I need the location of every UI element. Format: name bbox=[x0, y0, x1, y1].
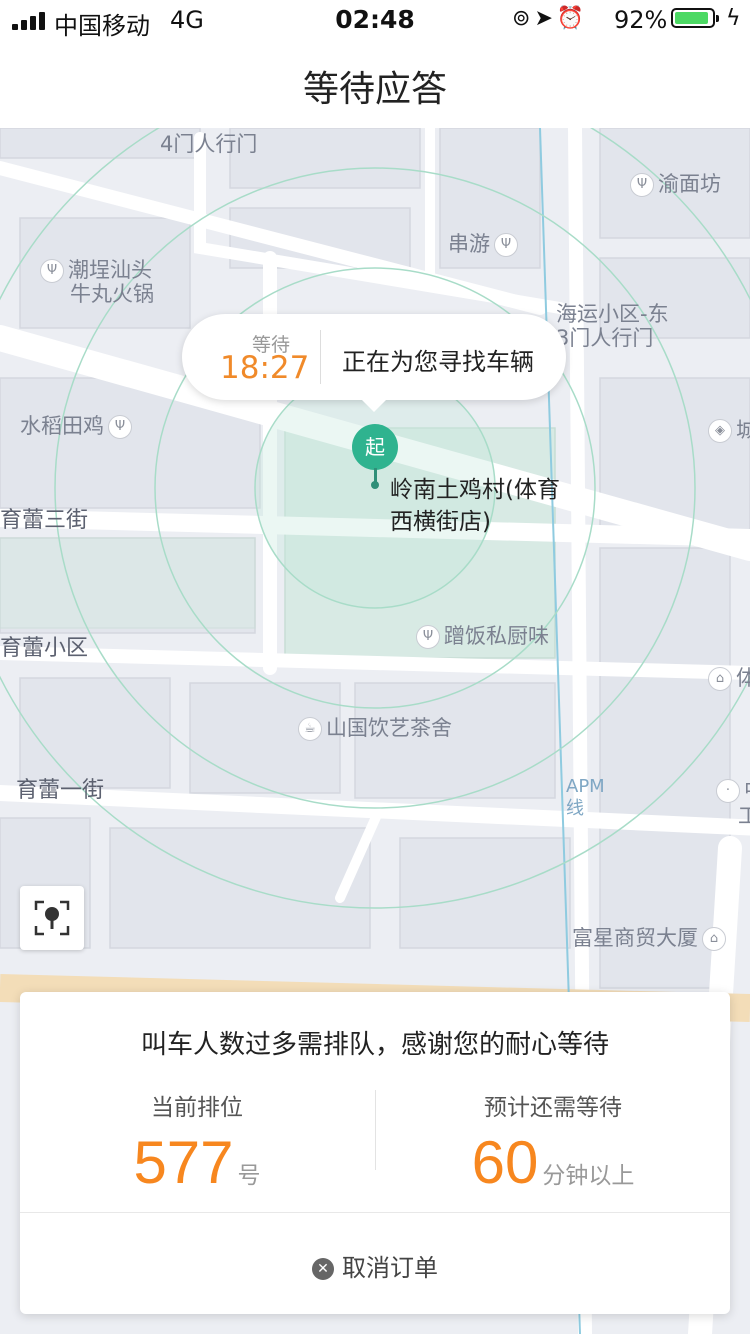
queue-position-number: 577 bbox=[133, 1129, 234, 1196]
map-label-yulei1: 育蕾一街 bbox=[16, 778, 105, 803]
page-title: 等待应答 bbox=[302, 69, 447, 110]
pickup-location-label: 岭南土鸡村(体育西横街店) bbox=[390, 477, 560, 535]
map-label-edge-gong: 工 bbox=[738, 804, 750, 828]
queue-card: 叫车人数过多需排队，感谢您的耐心等待 当前排位 577 号 预计还需等待 60 分钟… bbox=[20, 992, 730, 1314]
map-label-yumianfang: Ψ 渝面坊 bbox=[626, 168, 721, 198]
cancel-order-button[interactable]: ✕ 取消订单 bbox=[20, 1248, 730, 1283]
estimated-wait-number: 60 bbox=[471, 1129, 539, 1196]
estimated-wait-label: 预计还需等待 bbox=[484, 1095, 622, 1121]
bubble-divider bbox=[320, 330, 321, 384]
estimated-wait: 预计还需等待 60 分钟以上 bbox=[376, 1088, 730, 1197]
map-label-shanguo: ☕ 山国饮艺茶舍 bbox=[294, 712, 452, 742]
building-icon: ⌂ bbox=[708, 667, 732, 691]
map-label-fuxing: 富星商贸大厦 ⌂ bbox=[572, 922, 730, 952]
map-label-edge-cheng: ◈ 城 bbox=[704, 414, 750, 444]
status-icons: ⊚➤⏰ bbox=[512, 6, 588, 31]
orientation-lock-icon: ⊚ bbox=[512, 6, 535, 31]
pin-dot bbox=[371, 481, 379, 489]
alarm-icon: ⏰ bbox=[556, 6, 589, 31]
wait-timer: 18:27 bbox=[220, 350, 310, 386]
building-icon: ⌂ bbox=[702, 927, 726, 951]
cancel-order-label: 取消订单 bbox=[342, 1254, 438, 1282]
card-divider bbox=[20, 1212, 730, 1213]
shop-icon: ◈ bbox=[708, 419, 732, 443]
location-arrow-icon: ➤ bbox=[534, 6, 557, 31]
restaurant-icon: Ψ bbox=[416, 625, 440, 649]
queue-position-label: 当前排位 bbox=[151, 1095, 243, 1121]
map-label-apm: APM线 bbox=[566, 776, 605, 819]
map-label-haiyun-2: 3门人行门 bbox=[556, 326, 654, 350]
map-label-yulei3: 育蕾三街 bbox=[0, 508, 89, 533]
status-bar: 中国移动 4G 02:48 ⊚➤⏰ 92% ϟ bbox=[0, 0, 750, 40]
map-label-chuanyou: 串游 Ψ bbox=[448, 228, 522, 258]
queue-position-unit: 号 bbox=[237, 1163, 261, 1189]
map-label-chaocheng-2: 牛丸火锅 bbox=[70, 282, 154, 306]
teahouse-icon: ☕ bbox=[298, 717, 322, 741]
map-label-edge-ti: ⌂ 体 bbox=[704, 662, 750, 692]
restaurant-icon: Ψ bbox=[630, 173, 654, 197]
pickup-pin-icon: 起 bbox=[352, 424, 398, 470]
queue-position: 当前排位 577 号 bbox=[20, 1088, 374, 1197]
locate-me-button[interactable] bbox=[20, 886, 84, 950]
nav-bar: 等待应答 bbox=[0, 40, 750, 128]
pin-stem bbox=[374, 468, 377, 482]
battery-icon bbox=[671, 8, 719, 28]
restaurant-icon: Ψ bbox=[494, 233, 518, 257]
close-circle-icon: ✕ bbox=[312, 1258, 334, 1280]
map-label-gate4: 4门人行门 bbox=[160, 132, 258, 156]
waiting-bubble: 等待 18:27 正在为您寻找车辆 bbox=[182, 314, 566, 412]
map-label-shuidao: 水稻田鸡 Ψ bbox=[20, 410, 136, 440]
battery-percent: 92% bbox=[614, 6, 668, 34]
searching-message: 正在为您寻找车辆 bbox=[342, 348, 534, 376]
restaurant-icon: Ψ bbox=[40, 259, 64, 283]
queue-message: 叫车人数过多需排队，感谢您的耐心等待 bbox=[140, 1030, 609, 1060]
estimated-wait-unit: 分钟以上 bbox=[542, 1163, 635, 1189]
locate-icon bbox=[34, 900, 70, 936]
place-dot-icon: · bbox=[716, 779, 740, 803]
charging-icon: ϟ bbox=[726, 6, 741, 31]
map-label-cengfan: Ψ 蹭饭私厨味 bbox=[412, 620, 549, 650]
restaurant-icon: Ψ bbox=[108, 415, 132, 439]
map-label-yulei-xiaoqu: 育蕾小区 bbox=[0, 636, 89, 661]
